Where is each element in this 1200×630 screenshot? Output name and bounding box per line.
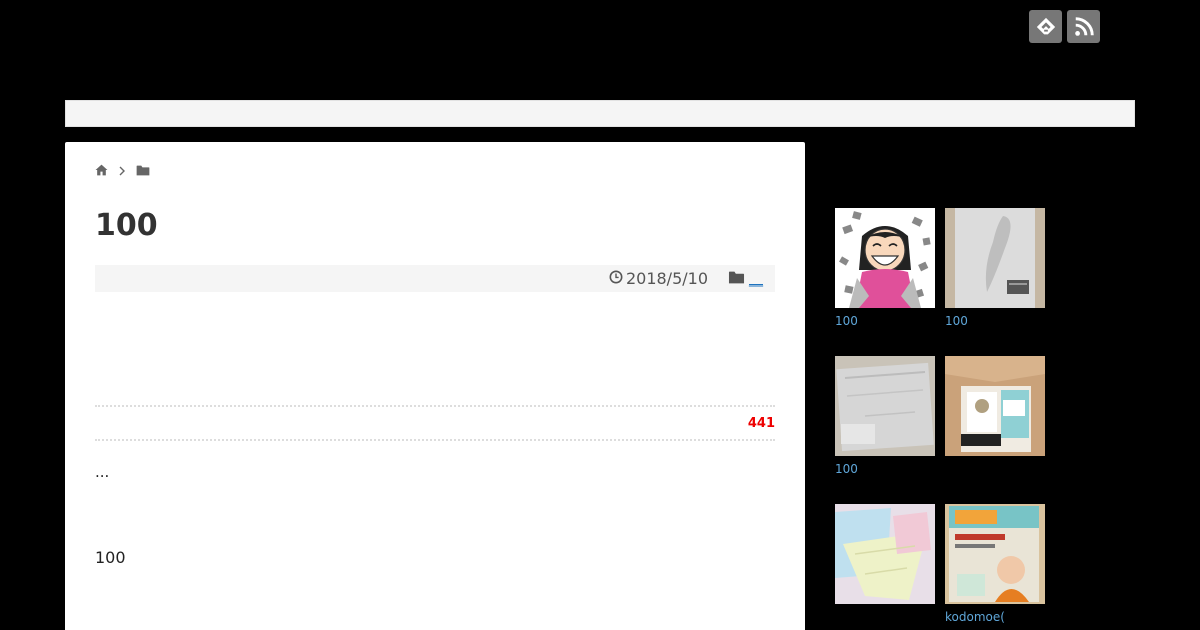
post-title: 100 [95,208,158,243]
category-link[interactable]: __ [749,271,763,287]
clock-icon [609,269,623,288]
post-category: __ [728,269,763,288]
related-post-item[interactable] [945,356,1045,504]
global-nav-bar [65,100,1135,127]
share-count[interactable]: 441 [748,416,775,431]
related-post-item[interactable]: 100 [835,356,935,504]
post-date: 2018/5/10 [609,269,708,288]
folder-icon [728,269,745,288]
related-post-title[interactable]: 100 [945,314,1045,328]
related-post-title[interactable]: 100 [835,314,935,328]
post-date-text: 2018/5/10 [625,269,708,288]
share-bar: 441 [95,405,775,441]
header-social-icons [1029,10,1100,43]
mesh-bags-thumbnail[interactable] [835,504,935,604]
chevron-right-icon [118,165,126,179]
magazine-thumbnail[interactable] [945,504,1045,604]
post-excerpt: ... [95,463,110,481]
folder-icon[interactable] [136,165,150,179]
rss-icon[interactable] [1067,10,1100,43]
sidebar-related-posts: 100 100 100 kodomoe( [835,208,1045,630]
home-icon[interactable] [95,164,108,179]
related-post-title[interactable]: 100 [835,462,935,476]
feedly-icon[interactable] [1029,10,1062,43]
related-post-item[interactable] [835,504,935,630]
related-post-item[interactable]: 100 [835,208,935,356]
related-post-item[interactable]: 100 [945,208,1045,356]
related-post-title[interactable]: kodomoe( [945,610,1045,624]
gray-cloth-thumbnail[interactable] [835,356,935,456]
cardboard-box-thumbnail[interactable] [945,356,1045,456]
related-post-item[interactable]: kodomoe( [945,504,1045,630]
gray-package-thumbnail[interactable] [945,208,1045,308]
main-article: 100 2018/5/10 __ 441 ... 100 [65,142,805,630]
post-meta-bar: 2018/5/10 __ [95,265,775,292]
post-body-text: 100 [95,548,126,567]
cartoon-girl-thumbnail[interactable] [835,208,935,308]
breadcrumb [95,164,150,179]
